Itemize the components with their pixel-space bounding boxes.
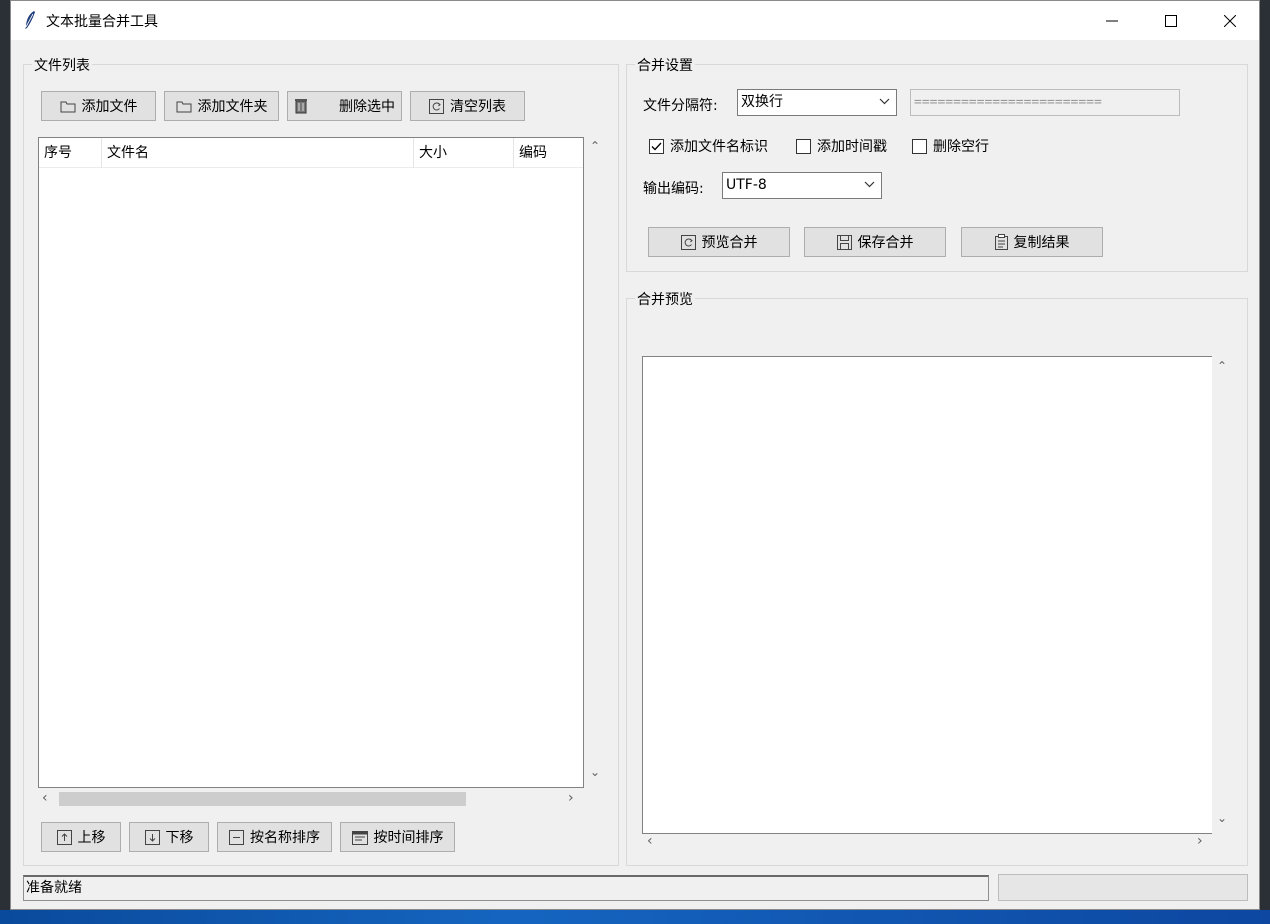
separator-label: 文件分隔符: bbox=[643, 98, 718, 114]
scroll-right-icon[interactable]: › bbox=[568, 790, 574, 806]
add-folder-button[interactable]: 添加文件夹 bbox=[164, 91, 279, 121]
clear-list-label: 清空列表 bbox=[450, 99, 506, 115]
merge-preview-group: 合并预览 ⌃ ⌄ ‹ › bbox=[626, 289, 1248, 866]
scroll-down-icon[interactable]: ⌄ bbox=[590, 765, 600, 779]
column-header-size[interactable]: 大小 bbox=[414, 138, 514, 168]
delete-selected-button[interactable]: 删除选中 bbox=[287, 91, 402, 121]
clear-list-button[interactable]: 清空列表 bbox=[410, 91, 525, 121]
add-folder-label: 添加文件夹 bbox=[197, 99, 268, 115]
output-encoding-label: 输出编码: bbox=[643, 181, 704, 197]
merge-settings-group: 合并设置 文件分隔符: 双换行 ========================… bbox=[626, 55, 1248, 272]
move-down-button[interactable]: 下移 bbox=[129, 822, 209, 852]
add-file-button[interactable]: 添加文件 bbox=[41, 91, 156, 121]
sort-by-time-label: 按时间排序 bbox=[373, 830, 444, 846]
folder-icon bbox=[176, 101, 191, 113]
feather-icon bbox=[25, 11, 35, 29]
preview-scroll-right-icon[interactable]: › bbox=[1197, 833, 1203, 849]
file-list-group: 文件列表 添加文件 添加文件夹 删除选中 清空列表 序号 文件名 大小 编码 ⌃… bbox=[23, 55, 619, 866]
arrow-down-icon bbox=[144, 829, 160, 845]
scroll-up-icon[interactable]: ⌃ bbox=[590, 139, 600, 153]
move-up-button[interactable]: 上移 bbox=[41, 822, 121, 852]
refresh-icon bbox=[680, 234, 696, 250]
move-up-label: 上移 bbox=[77, 830, 106, 846]
preview-merge-label: 预览合并 bbox=[701, 235, 758, 251]
chevron-down-icon bbox=[864, 181, 875, 188]
merge-settings-group-label: 合并设置 bbox=[635, 55, 695, 75]
output-encoding-value: UTF-8 bbox=[726, 177, 767, 193]
save-icon bbox=[836, 234, 852, 250]
checkbox-remove-empty-lines[interactable] bbox=[912, 138, 927, 154]
scroll-left-icon[interactable]: ‹ bbox=[42, 790, 48, 806]
save-merge-label: 保存合并 bbox=[857, 235, 914, 251]
folder-icon bbox=[60, 101, 75, 113]
file-table-vertical-scrollbar[interactable]: ⌃ ⌄ bbox=[585, 137, 605, 788]
preview-scroll-left-icon[interactable]: ‹ bbox=[647, 833, 653, 849]
option-add-timestamp[interactable]: 添加时间戳 bbox=[796, 136, 887, 156]
desktop-background-left bbox=[0, 0, 10, 910]
custom-separator-input[interactable]: ======================== bbox=[910, 89, 1180, 116]
chevron-down-icon bbox=[879, 98, 890, 105]
option-add-timestamp-label: 添加时间戳 bbox=[817, 139, 887, 155]
arrow-up-icon bbox=[56, 829, 72, 845]
title-bar: 文本批量合并工具 bbox=[11, 1, 1259, 40]
file-table[interactable]: 序号 文件名 大小 编码 bbox=[38, 137, 584, 788]
close-button[interactable] bbox=[1201, 1, 1259, 40]
merge-preview-textarea[interactable] bbox=[642, 356, 1212, 834]
output-encoding-select[interactable]: UTF-8 bbox=[722, 172, 882, 199]
taskbar-edge bbox=[0, 910, 1270, 924]
app-window: 文本批量合并工具 文件列表 添加文件 添加文件夹 删除选中 清空列表 序号 文件… bbox=[10, 0, 1260, 910]
file-table-header: 序号 文件名 大小 编码 bbox=[39, 138, 583, 168]
sort-name-icon bbox=[229, 829, 244, 845]
option-add-filename[interactable]: 添加文件名标识 bbox=[649, 136, 768, 156]
add-file-label: 添加文件 bbox=[81, 99, 138, 115]
maximize-button[interactable] bbox=[1142, 1, 1200, 40]
option-remove-empty-lines-label: 删除空行 bbox=[933, 139, 989, 155]
move-down-label: 下移 bbox=[165, 830, 194, 846]
progress-bar bbox=[998, 874, 1248, 901]
separator-select[interactable]: 双换行 bbox=[737, 89, 897, 116]
sort-by-name-label: 按名称排序 bbox=[250, 830, 320, 846]
desktop-background-right bbox=[1260, 0, 1270, 910]
trash-icon bbox=[295, 99, 307, 114]
status-bar: 准备就绪 bbox=[23, 875, 989, 901]
checkmark-icon bbox=[651, 142, 662, 150]
minimize-button[interactable] bbox=[1083, 1, 1141, 40]
preview-merge-button[interactable]: 预览合并 bbox=[648, 227, 790, 257]
preview-scroll-down-icon[interactable]: ⌄ bbox=[1217, 811, 1227, 825]
merge-preview-group-label: 合并预览 bbox=[635, 289, 695, 309]
clipboard-icon bbox=[994, 234, 1008, 250]
column-header-index[interactable]: 序号 bbox=[39, 138, 102, 168]
minimize-icon bbox=[1106, 20, 1118, 21]
separator-select-value: 双换行 bbox=[741, 94, 783, 110]
calendar-icon bbox=[351, 830, 368, 845]
sort-by-name-button[interactable]: 按名称排序 bbox=[217, 822, 332, 852]
file-list-group-label: 文件列表 bbox=[32, 55, 92, 75]
option-add-filename-label: 添加文件名标识 bbox=[670, 139, 768, 155]
column-header-filename[interactable]: 文件名 bbox=[102, 138, 414, 168]
copy-result-label: 复制结果 bbox=[1013, 235, 1070, 251]
maximize-icon bbox=[1165, 14, 1177, 27]
copy-result-button[interactable]: 复制结果 bbox=[961, 227, 1103, 257]
close-icon bbox=[1224, 14, 1236, 27]
sort-by-time-button[interactable]: 按时间排序 bbox=[340, 822, 455, 852]
refresh-icon bbox=[429, 98, 444, 114]
file-table-horizontal-scrollbar[interactable]: ‹ › bbox=[38, 789, 584, 809]
save-merge-button[interactable]: 保存合并 bbox=[804, 227, 946, 257]
checkbox-add-filename[interactable] bbox=[649, 138, 664, 154]
checkbox-add-timestamp[interactable] bbox=[796, 138, 811, 154]
option-remove-empty-lines[interactable]: 删除空行 bbox=[912, 136, 989, 156]
column-header-encoding[interactable]: 编码 bbox=[514, 138, 585, 168]
preview-scroll-up-icon[interactable]: ⌃ bbox=[1217, 359, 1227, 373]
horizontal-scroll-thumb[interactable] bbox=[59, 792, 466, 806]
window-title: 文本批量合并工具 bbox=[46, 14, 158, 30]
delete-selected-label: 删除选中 bbox=[339, 99, 395, 115]
